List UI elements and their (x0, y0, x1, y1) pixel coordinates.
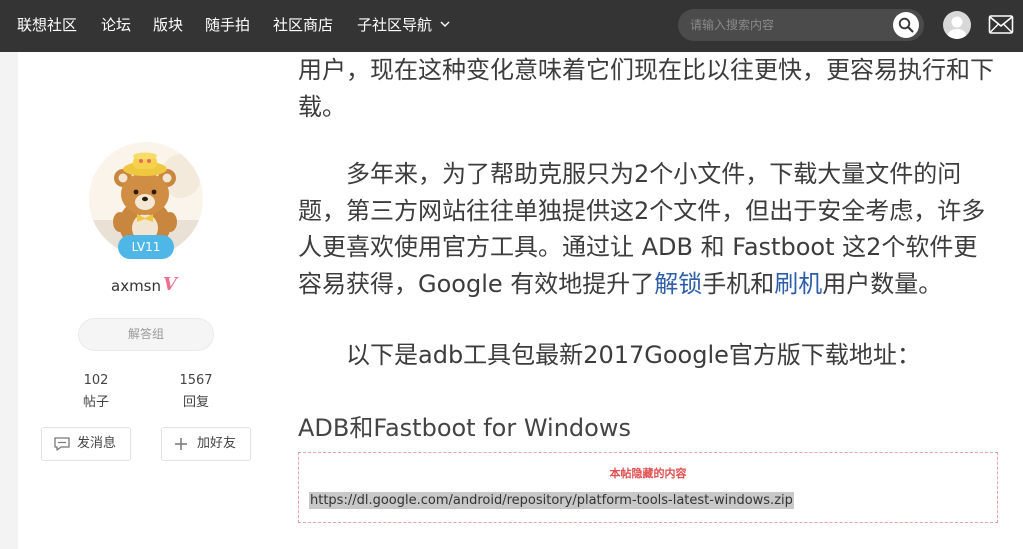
add-friend-button[interactable]: 加好友 (161, 427, 251, 461)
nav-item-lenovo-community[interactable]: 联想社区 (17, 15, 77, 35)
search-icon (898, 17, 914, 33)
level-badge: LV11 (118, 235, 174, 259)
posts-count: 102 (83, 373, 109, 388)
nav-item-boards[interactable]: 版块 (153, 15, 183, 35)
article-paragraph-2: 多年来，为了帮助克服只为2个小文件，下载大量文件的问题，第三方网站往往单独提供这… (298, 156, 998, 302)
author-username[interactable]: axmsn (111, 277, 161, 295)
download-url-link[interactable]: https://dl.google.com/android/repository… (309, 492, 794, 509)
replies-count: 1567 (179, 373, 213, 388)
nav-item-snapshots[interactable]: 随手拍 (205, 15, 250, 35)
search-button[interactable] (893, 12, 919, 38)
posts-stat[interactable]: 102 帖子 (66, 373, 126, 410)
nav-item-community-store[interactable]: 社区商店 (273, 15, 333, 35)
mail-icon (988, 15, 1014, 34)
search-box (678, 9, 924, 41)
posts-label: 帖子 (82, 395, 109, 410)
article-paragraph-3: 以下是adb工具包最新2017Google官方版下载地址： (298, 341, 921, 369)
paragraph-2-text-c: 用户数量。 (822, 269, 943, 298)
replies-label: 回复 (182, 395, 209, 410)
unlock-link[interactable]: 解锁 (654, 270, 702, 298)
user-group-badge: 解答组 (78, 318, 214, 351)
mail-button[interactable] (988, 14, 1014, 36)
message-icon (54, 437, 70, 451)
section-heading: ADB和Fastboot for Windows (298, 414, 631, 442)
hidden-content-title: 本帖隐藏的内容 (609, 467, 687, 480)
replies-stat[interactable]: 1567 回复 (166, 373, 226, 410)
nav-item-forum[interactable]: 论坛 (101, 15, 131, 35)
flash-link[interactable]: 刷机 (774, 270, 822, 298)
sub-community-nav-label: 子社区导航 (357, 16, 433, 34)
user-avatar-button[interactable] (943, 11, 971, 39)
top-navigation-bar: 联想社区 论坛 版块 随手拍 社区商店 子社区导航 (0, 0, 1023, 52)
hidden-content-box: 本帖隐藏的内容 https://dl.google.com/android/re… (298, 452, 998, 523)
article-paragraph-1: 用户，现在这种变化意味着它们现在比以往更快，更容易执行和下载。 (298, 56, 994, 121)
post-card: LV11 axmsn V 解答组 102 帖子 1567 回复 发消息 加好友 … (18, 52, 1023, 549)
user-icon (947, 16, 967, 39)
send-message-button[interactable]: 发消息 (41, 427, 131, 461)
chevron-down-icon (440, 21, 450, 27)
send-message-label: 发消息 (77, 436, 117, 451)
plus-icon (175, 438, 187, 450)
search-input[interactable] (690, 15, 890, 35)
add-friend-label: 加好友 (197, 436, 237, 451)
verified-icon: V (163, 274, 177, 295)
paragraph-2-text-b: 手机和 (702, 269, 775, 298)
nav-item-sub-community-nav[interactable]: 子社区导航 (357, 15, 450, 35)
